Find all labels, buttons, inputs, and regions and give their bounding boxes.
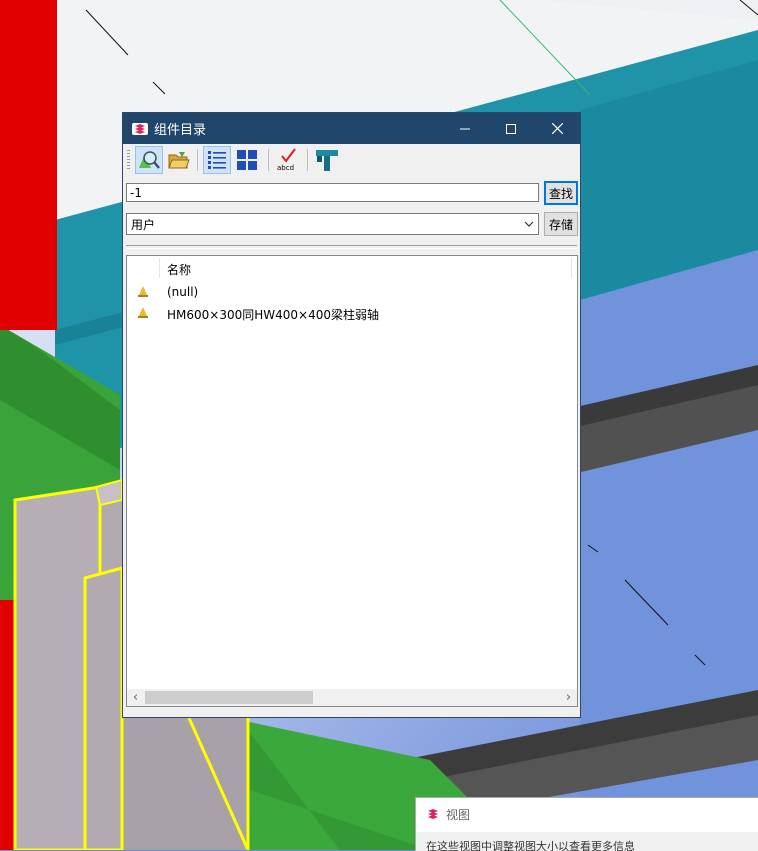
component-cone-icon xyxy=(138,307,148,318)
view-dialog: 视图 在这些视图中调整视图大小以查看更多信息 xyxy=(415,797,758,851)
maximize-button[interactable] xyxy=(488,113,534,144)
tekla-app-icon xyxy=(132,122,148,135)
column-header-name[interactable]: 名称 xyxy=(167,261,191,278)
search-catalog-icon xyxy=(139,151,160,169)
open-folder-button[interactable] xyxy=(165,146,193,174)
column-divider xyxy=(159,258,160,278)
t-beam-icon xyxy=(316,150,338,171)
title-bar[interactable]: 组件目录 xyxy=(123,113,580,144)
scrollbar-thumb[interactable] xyxy=(145,691,313,704)
list-view-icon xyxy=(208,151,226,169)
spell-check-text: abcd xyxy=(277,164,294,172)
view-dialog-title: 视图 xyxy=(446,808,471,822)
search-input[interactable] xyxy=(126,183,539,202)
list-view-button[interactable] xyxy=(203,146,231,174)
toolbar: abcd xyxy=(127,146,577,176)
save-button[interactable]: 存储 xyxy=(544,212,578,236)
maximize-icon xyxy=(506,123,516,134)
toolbar-separator xyxy=(197,149,198,171)
t-beam-button[interactable] xyxy=(313,146,341,174)
minimize-icon xyxy=(460,128,470,129)
scroll-left-icon[interactable]: ‹ xyxy=(127,689,144,706)
list-item[interactable]: (null) xyxy=(127,282,567,302)
thumbnail-view-button[interactable] xyxy=(233,146,261,174)
spell-check-button[interactable]: abcd xyxy=(274,146,302,174)
column-divider xyxy=(571,258,572,278)
spell-check-icon: abcd xyxy=(277,148,296,172)
filter-select[interactable]: 用户 xyxy=(126,213,539,235)
list-item-label: HM600×300同HW400×400梁柱弱轴 xyxy=(167,308,379,322)
close-button[interactable] xyxy=(534,113,580,144)
component-list[interactable]: 名称 (null) HM600×300同HW400×400梁柱弱轴 ‹ › xyxy=(126,255,578,707)
toolbar-separator xyxy=(268,149,269,171)
divider xyxy=(126,245,577,249)
minimize-button[interactable] xyxy=(442,113,488,144)
open-folder-icon xyxy=(168,152,190,169)
toolbar-grip[interactable] xyxy=(127,150,130,170)
filter-selected-value: 用户 xyxy=(131,217,156,232)
search-catalog-button[interactable] xyxy=(135,146,163,174)
toolbar-separator xyxy=(307,149,308,171)
tekla-app-icon xyxy=(428,809,438,819)
component-cone-icon xyxy=(138,286,148,297)
horizontal-scrollbar[interactable]: ‹ › xyxy=(127,689,577,706)
close-icon xyxy=(551,123,563,134)
thumbnail-view-icon xyxy=(237,150,257,170)
search-button[interactable]: 查找 xyxy=(544,181,578,205)
view-dialog-body: 在这些视图中调整视图大小以查看更多信息 xyxy=(416,832,758,851)
scroll-right-icon[interactable]: › xyxy=(560,689,577,706)
chevron-down-icon xyxy=(524,221,534,227)
dialog-title: 组件目录 xyxy=(154,123,207,138)
view-dialog-text: 在这些视图中调整视图大小以查看更多信息 xyxy=(426,840,635,851)
list-header: 名称 xyxy=(127,256,577,280)
component-catalog-dialog: 组件目录 abcd -1 查找 用户 存储 名称 (null) HM600×30… xyxy=(122,112,581,718)
list-item-label: (null) xyxy=(167,285,199,299)
list-item[interactable]: HM600×300同HW400×400梁柱弱轴 xyxy=(127,303,567,323)
